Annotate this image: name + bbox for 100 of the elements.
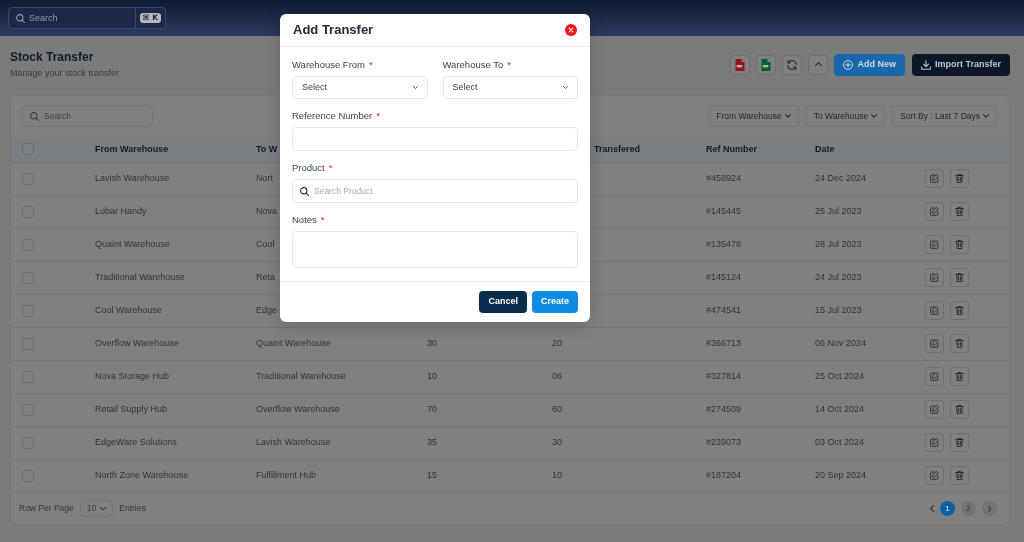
trash-icon (955, 405, 964, 414)
delete-button[interactable] (950, 433, 969, 452)
field-label: Reference Number (292, 110, 373, 122)
table-cell: #366713 (706, 337, 742, 348)
required-mark: * (369, 59, 373, 71)
pencil-square-icon (930, 438, 939, 447)
table-cell: 24 Dec 2024 (815, 172, 867, 183)
required-mark: * (376, 110, 380, 122)
required-mark: * (320, 214, 325, 226)
delete-button[interactable] (950, 466, 969, 486)
table-cell: 28 Jul 2023 (815, 238, 862, 249)
required-mark: * (328, 162, 333, 174)
trash-icon (955, 174, 964, 183)
edit-button[interactable] (925, 235, 944, 254)
table-cell: 15 (427, 470, 437, 481)
pencil-square-icon (930, 372, 939, 381)
import-button[interactable]: Import Transfer (912, 53, 1010, 76)
spreadsheet-file-icon (761, 58, 772, 71)
table-cell: Nort (256, 172, 273, 183)
pencil-square-icon (930, 339, 939, 348)
table-cell: 15 Jul 2023 (815, 304, 862, 315)
delete-button[interactable] (950, 235, 969, 254)
filter-dropdown[interactable]: To Warehouse (805, 105, 886, 127)
table-cell: Lavish Warehouse (95, 172, 170, 183)
search-icon (300, 186, 309, 196)
table-cell: 20 (552, 337, 562, 348)
filter-dropdown[interactable]: From Warehouse (708, 105, 799, 127)
table-cell: 10 (427, 370, 437, 381)
column-header: To W (256, 143, 278, 154)
download-icon (921, 59, 931, 70)
table-cell: Traditional Warehouse (256, 370, 346, 381)
trash-icon (955, 240, 964, 249)
chevron-down-icon (412, 86, 418, 89)
close-icon[interactable] (565, 24, 577, 36)
table-cell: #239073 (706, 436, 742, 447)
delete-button[interactable] (950, 301, 969, 320)
table-cell: 14 Oct 2024 (815, 403, 865, 414)
filter-dropdown[interactable]: Sort By : Last 7 Days (892, 105, 997, 127)
table-cell: #458924 (706, 172, 742, 183)
delete-button[interactable] (950, 334, 969, 353)
edit-button[interactable] (925, 169, 944, 188)
table-cell: 10 (552, 470, 562, 481)
trash-icon (955, 471, 964, 481)
table-cell: EdgeWare Solutions (95, 436, 177, 447)
delete-button[interactable] (950, 202, 969, 221)
select-field[interactable]: Select (292, 76, 428, 99)
modal-title: Add Transfer (293, 21, 374, 39)
edit-button[interactable] (925, 334, 944, 353)
trash-icon (955, 207, 964, 216)
table-cell: 30 (552, 436, 562, 447)
trash-icon (955, 438, 964, 447)
delete-button[interactable] (950, 400, 969, 419)
chevron-down-icon (784, 114, 791, 118)
page-button[interactable]: 1 (940, 501, 955, 516)
delete-button[interactable] (950, 268, 969, 287)
delete-button[interactable] (950, 367, 969, 386)
excel-button[interactable] (756, 54, 777, 75)
page-subtitle: Manage your stock transfer (10, 67, 120, 79)
rows-per-page-label: Row Per Page (19, 503, 74, 514)
edit-button[interactable] (925, 268, 944, 287)
delete-button[interactable] (950, 169, 969, 188)
page-size-select[interactable]: 10 (79, 500, 114, 517)
table-cell: Nova Storage Hub (95, 370, 170, 381)
table-cell: North Zone Warehouse (95, 470, 189, 481)
table-cell: #145445 (706, 205, 742, 216)
pdf-button[interactable] (730, 54, 751, 75)
pencil-square-icon (930, 174, 939, 183)
chevron-down-icon (983, 114, 989, 118)
add-new-button[interactable]: Add New (834, 53, 905, 76)
field-label: Warehouse To (442, 59, 504, 71)
table-cell: 35 (427, 436, 437, 447)
trash-icon (955, 339, 964, 348)
text-field[interactable] (292, 127, 578, 151)
table-cell: Quaint Warehouse (95, 238, 170, 249)
table-cell: 20 Sep 2024 (815, 470, 867, 481)
chevron-left-icon[interactable] (929, 505, 934, 512)
table-cell: 30 (427, 337, 437, 348)
chevron-down-icon (100, 506, 107, 511)
column-header: Transfered (594, 143, 641, 154)
edit-button[interactable] (925, 466, 944, 486)
next-page-button[interactable] (982, 501, 997, 516)
text-area-field[interactable] (292, 231, 578, 268)
column-header: Ref Number (706, 143, 757, 154)
collapse-button[interactable] (808, 54, 829, 75)
table-cell: Cool Warehouse (95, 304, 162, 315)
edit-button[interactable] (925, 367, 944, 386)
edit-button[interactable] (925, 202, 944, 221)
create-button[interactable]: Create (532, 291, 578, 313)
edit-button[interactable] (925, 400, 944, 419)
edit-button[interactable] (925, 433, 944, 452)
chevron-down-icon (871, 114, 878, 118)
field-label: Warehouse From (292, 59, 366, 71)
cancel-button[interactable]: Cancel (479, 291, 527, 313)
chevron-up-icon (814, 62, 822, 67)
trash-icon (955, 372, 964, 381)
refresh-button[interactable] (782, 54, 803, 75)
table-cell: Lavish Warehouse (256, 436, 331, 447)
select-field[interactable]: Select (442, 76, 578, 99)
edit-button[interactable] (925, 301, 944, 320)
pencil-square-icon (930, 240, 939, 249)
